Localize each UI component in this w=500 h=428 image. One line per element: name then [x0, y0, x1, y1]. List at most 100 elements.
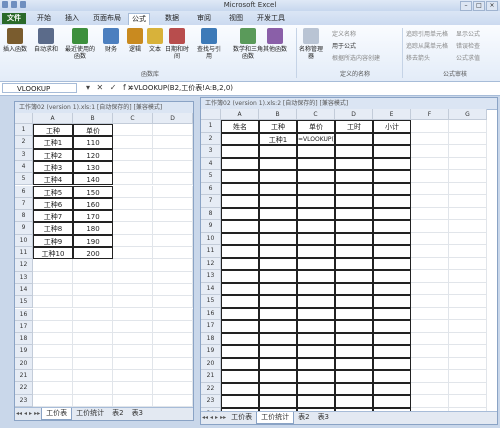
- function-button-6[interactable]: 日期和时间: [164, 28, 190, 60]
- table-cell[interactable]: [373, 307, 411, 320]
- row-header[interactable]: 13: [15, 271, 33, 284]
- table-cell[interactable]: [153, 283, 193, 297]
- table-cell[interactable]: [73, 320, 113, 334]
- table-cell[interactable]: [153, 210, 193, 223]
- table-cell[interactable]: [373, 195, 411, 208]
- table-cell[interactable]: [153, 136, 193, 149]
- column-header[interactable]: F: [411, 109, 449, 120]
- table-cell[interactable]: [259, 182, 297, 195]
- table-cell[interactable]: [373, 370, 411, 383]
- row-header[interactable]: 2: [201, 132, 221, 145]
- table-cell[interactable]: [449, 257, 487, 270]
- table-cell[interactable]: [259, 270, 297, 283]
- column-header[interactable]: B: [259, 109, 297, 120]
- table-cell[interactable]: [113, 394, 153, 407]
- table-cell[interactable]: [449, 307, 487, 320]
- row-header[interactable]: 7: [201, 195, 221, 208]
- table-cell[interactable]: [113, 173, 153, 186]
- table-cell[interactable]: [153, 320, 193, 334]
- table-cell[interactable]: [153, 173, 193, 186]
- table-cell[interactable]: [335, 132, 373, 145]
- table-cell[interactable]: [297, 307, 335, 320]
- table-cell[interactable]: [33, 333, 73, 346]
- table-cell[interactable]: [73, 283, 113, 297]
- table-cell[interactable]: [373, 295, 411, 308]
- table-cell[interactable]: [335, 145, 373, 158]
- table-cell[interactable]: [113, 234, 153, 247]
- table-cell[interactable]: 190: [73, 234, 113, 247]
- table-cell[interactable]: [113, 308, 153, 321]
- sheet-tab[interactable]: 工价统计: [72, 408, 108, 419]
- table-cell[interactable]: [259, 220, 297, 233]
- table-cell[interactable]: [297, 320, 335, 333]
- table-cell[interactable]: [259, 145, 297, 158]
- table-cell[interactable]: [221, 332, 259, 345]
- row-header[interactable]: 14: [15, 283, 33, 297]
- table-cell[interactable]: [259, 157, 297, 170]
- table-cell[interactable]: [411, 245, 449, 258]
- column-header[interactable]: A: [33, 113, 73, 124]
- table-cell[interactable]: [73, 357, 113, 370]
- table-cell[interactable]: [259, 345, 297, 358]
- sheet-nav-icon[interactable]: ◂◂: [16, 410, 22, 417]
- row-header[interactable]: 22: [201, 382, 221, 395]
- row-header[interactable]: 10: [201, 232, 221, 245]
- table-cell[interactable]: [297, 182, 335, 195]
- table-cell[interactable]: [259, 395, 297, 408]
- sheet-nav-icon[interactable]: ◂: [210, 414, 213, 421]
- table-cell[interactable]: [73, 271, 113, 284]
- row-header[interactable]: 23: [15, 394, 33, 407]
- table-cell[interactable]: [297, 257, 335, 270]
- row-header[interactable]: 1: [15, 124, 33, 137]
- table-cell[interactable]: [113, 197, 153, 211]
- table-cell[interactable]: 140: [73, 173, 113, 186]
- define-name-button[interactable]: 定义名称: [332, 29, 356, 38]
- table-cell[interactable]: [221, 257, 259, 270]
- function-button-8[interactable]: 数学和三角函数: [232, 28, 264, 60]
- table-cell[interactable]: [153, 247, 193, 260]
- row-header[interactable]: 3: [201, 145, 221, 158]
- table-cell[interactable]: 180: [73, 222, 113, 235]
- table-cell[interactable]: [335, 295, 373, 308]
- row-header[interactable]: 11: [15, 247, 33, 260]
- table-cell[interactable]: [73, 333, 113, 346]
- table-cell[interactable]: [297, 270, 335, 283]
- table-cell[interactable]: [221, 370, 259, 383]
- tab-6[interactable]: 审阅: [194, 13, 214, 24]
- row-header[interactable]: 9: [15, 222, 33, 235]
- table-cell[interactable]: [411, 157, 449, 170]
- table-cell[interactable]: [373, 395, 411, 408]
- table-cell[interactable]: [153, 357, 193, 370]
- table-cell[interactable]: [373, 157, 411, 170]
- table-cell[interactable]: 工种7: [33, 210, 73, 223]
- function-button-7[interactable]: 查找与引用: [196, 28, 222, 60]
- table-cell[interactable]: [449, 382, 487, 395]
- table-cell[interactable]: 工时: [335, 120, 373, 133]
- table-cell[interactable]: [259, 307, 297, 320]
- table-cell[interactable]: [373, 270, 411, 283]
- table-cell[interactable]: [113, 370, 153, 383]
- table-cell[interactable]: [449, 232, 487, 245]
- error-checking-button[interactable]: 错误检查: [456, 41, 480, 50]
- table-cell[interactable]: 200: [73, 247, 113, 260]
- table-cell[interactable]: 小计: [373, 120, 411, 133]
- row-header[interactable]: 16: [201, 307, 221, 320]
- table-cell[interactable]: [449, 195, 487, 208]
- table-cell[interactable]: [259, 357, 297, 370]
- row-header[interactable]: 20: [201, 357, 221, 370]
- table-cell[interactable]: [113, 271, 153, 284]
- table-cell[interactable]: [113, 136, 153, 149]
- table-cell[interactable]: [153, 197, 193, 211]
- table-cell[interactable]: [297, 370, 335, 383]
- table-cell[interactable]: [373, 257, 411, 270]
- table-cell[interactable]: [33, 308, 73, 321]
- row-header[interactable]: 5: [15, 173, 33, 186]
- row-header[interactable]: 15: [15, 296, 33, 309]
- table-cell[interactable]: [113, 259, 153, 272]
- table-cell[interactable]: [297, 232, 335, 245]
- table-cell[interactable]: [221, 357, 259, 370]
- table-cell[interactable]: [73, 308, 113, 321]
- table-cell[interactable]: [33, 320, 73, 334]
- table-cell[interactable]: [373, 332, 411, 345]
- table-cell[interactable]: [297, 145, 335, 158]
